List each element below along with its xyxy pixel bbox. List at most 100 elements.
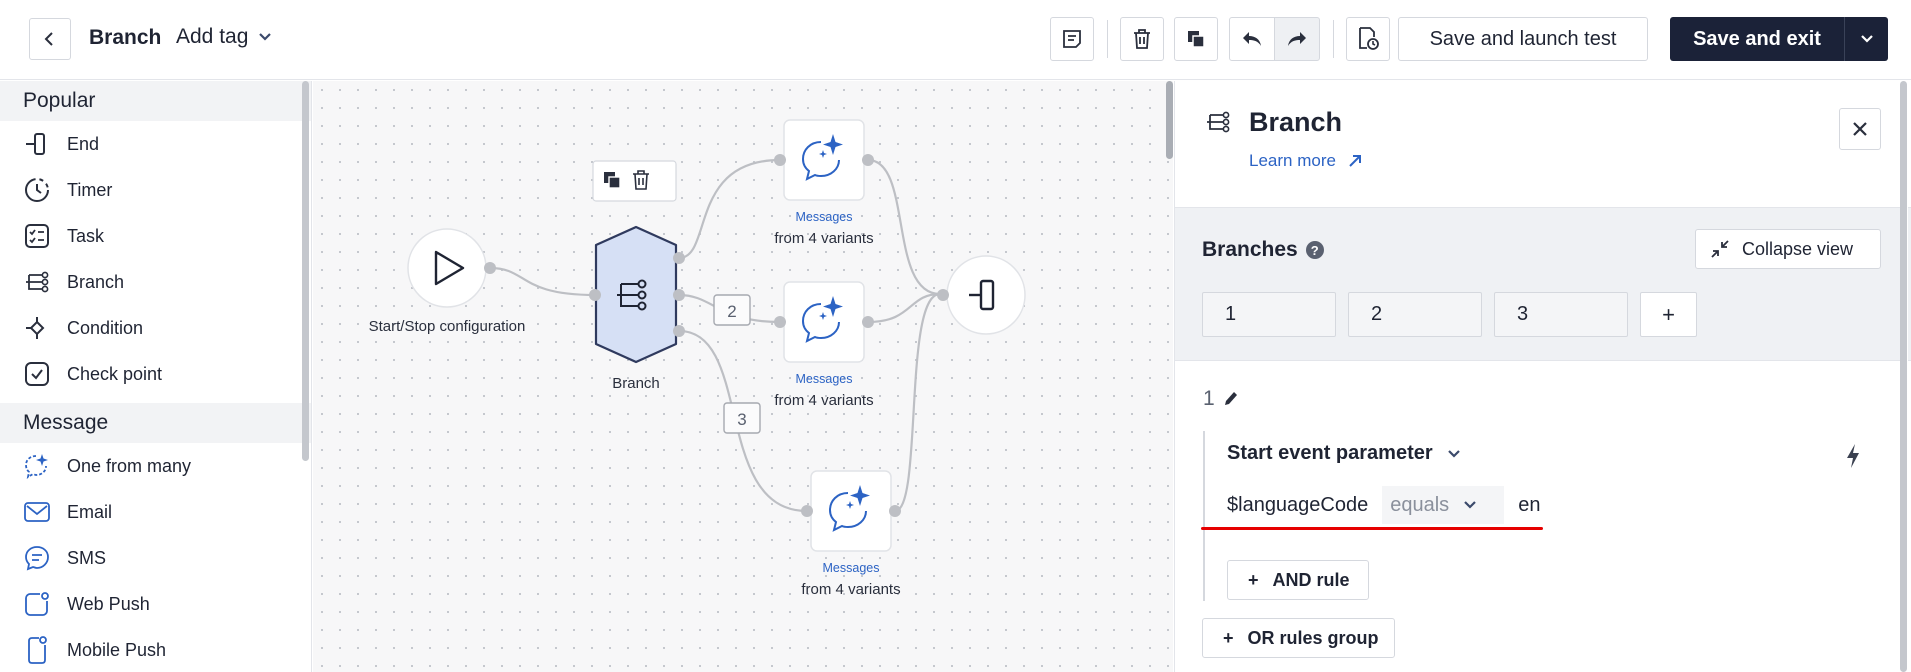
learn-more-label: Learn more (1249, 151, 1336, 170)
palette-item-condition[interactable]: Condition (0, 305, 311, 351)
rule-type-label: Start event parameter (1227, 442, 1433, 464)
sparkle-chat-icon (22, 451, 52, 481)
canvas-scrollbar[interactable] (1166, 81, 1173, 159)
panel-scrollbar[interactable] (1900, 81, 1908, 672)
end-node[interactable] (937, 255, 1026, 335)
history-button[interactable] (1346, 17, 1390, 61)
learn-more-link[interactable]: Learn more (1249, 151, 1362, 171)
flow-graph: 2 3 Start/Stop configuration Branch Mess… (369, 119, 1026, 598)
add-tag-dropdown[interactable]: Add tag (176, 25, 272, 49)
sms-icon (22, 543, 52, 573)
branch-tab-2[interactable]: 2 (1348, 292, 1482, 337)
palette-item-timer[interactable]: Timer (0, 167, 311, 213)
branches-title: Branches (1202, 238, 1298, 261)
add-branch-button[interactable]: + (1640, 292, 1697, 337)
palette-item-mobile-push[interactable]: Mobile Push (0, 627, 311, 672)
panel-header: Branch Learn more (1175, 81, 1911, 207)
message-node[interactable]: Messages from 4 variants (774, 281, 874, 409)
save-options-dropdown[interactable] (1844, 17, 1888, 61)
palette-item-task[interactable]: Task (0, 213, 311, 259)
branch-icon (1207, 111, 1230, 133)
section-popular-heading: Popular (0, 81, 311, 121)
highlight-underline (1201, 527, 1543, 530)
rule-group: Start event parameter $languageCode equa… (1201, 431, 1893, 601)
undo-button[interactable] (1229, 17, 1275, 61)
add-tag-label: Add tag (176, 25, 249, 48)
branch-icon (22, 267, 52, 297)
branch-node[interactable]: Branch (589, 225, 685, 392)
email-icon (22, 497, 52, 527)
branches-heading: Branches ? (1202, 238, 1324, 262)
end-icon (22, 129, 52, 159)
web-push-icon (22, 589, 52, 619)
chevron-down-icon (1447, 449, 1460, 458)
palette-item-email[interactable]: Email (0, 489, 311, 535)
palette-item-check-point[interactable]: Check point (0, 351, 311, 397)
edge-branch-to-msg1 (678, 158, 781, 260)
message-node[interactable]: Messages from 4 variants (801, 470, 901, 598)
palette-item-label: Timer (67, 179, 113, 200)
message-node-sub: from 4 variants (774, 392, 873, 409)
add-and-rule-button[interactable]: + AND rule (1227, 560, 1369, 600)
chevron-down-icon (1860, 35, 1873, 43)
palette-item-label: Condition (67, 317, 144, 338)
branch-tab-3[interactable]: 3 (1494, 292, 1628, 337)
toolbar-divider (1333, 20, 1334, 58)
section-message-heading: Message (0, 403, 311, 443)
condition-row: $languageCode equals en (1227, 486, 1541, 524)
edge-start-to-branch (489, 266, 596, 297)
pencil-icon[interactable] (1223, 390, 1239, 408)
help-icon[interactable]: ? (1305, 241, 1324, 259)
node-toolbar[interactable] (592, 160, 677, 202)
close-panel-button[interactable] (1839, 108, 1881, 150)
add-or-rules-group-button[interactable]: + OR rules group (1202, 618, 1395, 658)
panel-title: Branch (1249, 107, 1343, 137)
sidebar-scrollbar[interactable] (302, 81, 309, 461)
palette-item-one-from-many[interactable]: One from many (0, 443, 311, 489)
palette-item-end[interactable]: End (0, 121, 311, 167)
start-node[interactable]: Start/Stop configuration (369, 228, 526, 335)
lightning-icon[interactable] (1845, 443, 1861, 469)
palette-item-sms[interactable]: SMS (0, 535, 311, 581)
save-and-exit-button[interactable]: Save and exit (1670, 17, 1888, 61)
toolbar-divider (1107, 20, 1108, 58)
delete-button[interactable] (1120, 17, 1164, 61)
branch-number: 1 (1203, 387, 1215, 410)
palette-item-label: Email (67, 501, 113, 522)
condition-variable[interactable]: $languageCode (1227, 494, 1382, 517)
redo-button[interactable] (1274, 17, 1320, 61)
condition-value[interactable]: en (1504, 494, 1540, 517)
panel-scrollbar-thumb[interactable] (1900, 81, 1907, 672)
palette-item-label: Task (67, 225, 105, 246)
notes-button[interactable] (1050, 17, 1094, 61)
palette-item-web-push[interactable]: Web Push (0, 581, 311, 627)
collapse-view-button[interactable]: Collapse view (1695, 229, 1881, 269)
condition-operator-select[interactable]: equals (1382, 486, 1505, 524)
task-icon (22, 221, 52, 251)
branch-tab-1[interactable]: 1 (1202, 292, 1336, 337)
document-history-icon (1359, 27, 1379, 50)
external-arrow-icon (1349, 155, 1361, 167)
duplicate-button[interactable] (1174, 17, 1218, 61)
plus-icon: + (1248, 569, 1259, 590)
start-node-label: Start/Stop configuration (369, 318, 526, 335)
message-node[interactable]: Messages from 4 variants (774, 119, 874, 247)
flow-canvas[interactable]: 2 3 Start/Stop configuration Branch Mess… (313, 81, 1173, 672)
mobile-push-icon (22, 635, 52, 665)
properties-panel: Branch Learn more Branches ? Collapse vi… (1174, 81, 1911, 672)
edge-msg2-to-end (867, 292, 941, 324)
close-icon (1853, 122, 1867, 136)
timer-icon (22, 175, 52, 205)
palette-item-branch[interactable]: Branch (0, 259, 311, 305)
back-button[interactable] (29, 18, 71, 60)
save-and-exit-label: Save and exit (1693, 27, 1821, 50)
palette-item-label: Check point (67, 363, 163, 384)
svg-text:3: 3 (737, 410, 746, 429)
collapse-icon (1711, 240, 1729, 258)
note-icon (1063, 30, 1081, 48)
rule-type-dropdown[interactable]: Start event parameter (1227, 442, 1461, 465)
message-node-sub: from 4 variants (774, 230, 873, 247)
save-and-launch-test-button[interactable]: Save and launch test (1398, 17, 1648, 61)
message-node-sub: from 4 variants (801, 581, 900, 598)
message-node-type: Messages (796, 210, 853, 224)
